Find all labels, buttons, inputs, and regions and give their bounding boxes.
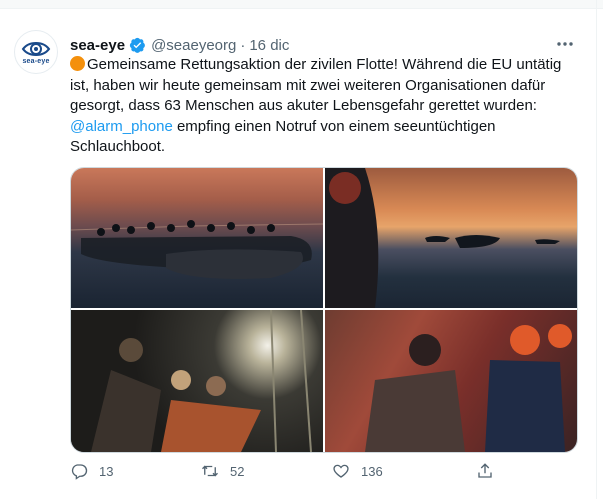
top-strip [0,0,603,9]
timeline-border [596,0,597,499]
photo-scene-4 [365,324,572,452]
tweet-date[interactable]: 16 dic [249,37,289,54]
photo-scene-2 [325,168,560,308]
like-button[interactable]: 136 [332,462,383,480]
avatar-logo-text: sea-eye [22,58,50,65]
tweet-text: Gemeinsame Rettungsaktion der zivilen Fl… [70,55,575,158]
tweet-text-body: Gemeinsame Rettungsaktion der zivilen Fl… [70,56,562,114]
photo-rescue-boats-horizon[interactable] [325,168,577,308]
display-name[interactable]: sea-eye [70,37,125,54]
verified-badge-icon [128,36,146,54]
heart-icon [332,462,350,480]
reply-count: 13 [99,463,114,479]
reply-icon [70,462,88,480]
reply-button[interactable]: 13 [70,462,113,480]
photo-crew-helping[interactable] [325,310,577,452]
user-handle[interactable]: @seaeyeorg [151,37,236,54]
photo-night-rescue[interactable] [71,309,323,452]
retweet-icon [201,462,219,480]
header-separator: · [240,36,246,54]
orange-circle-emoji-icon [70,56,85,71]
like-count: 136 [361,463,383,479]
photo-scene-1 [71,220,324,279]
share-icon [476,462,494,480]
mention-link[interactable]: @alarm_phone [70,118,173,135]
retweet-button[interactable]: 52 [201,462,244,480]
more-options-icon[interactable] [554,36,576,52]
share-button[interactable] [476,462,494,480]
tweet-header: sea-eye @seaeyeorg · 16 dic [70,35,289,55]
photo-rubber-boat-sunset[interactable] [71,168,324,308]
retweet-count: 52 [230,463,245,479]
eye-logo-icon [21,42,51,56]
tweet-actions: 13 52 136 [70,462,576,484]
avatar[interactable]: sea-eye [14,30,58,74]
media-grid [70,167,578,453]
photo-scene-3 [91,309,312,452]
